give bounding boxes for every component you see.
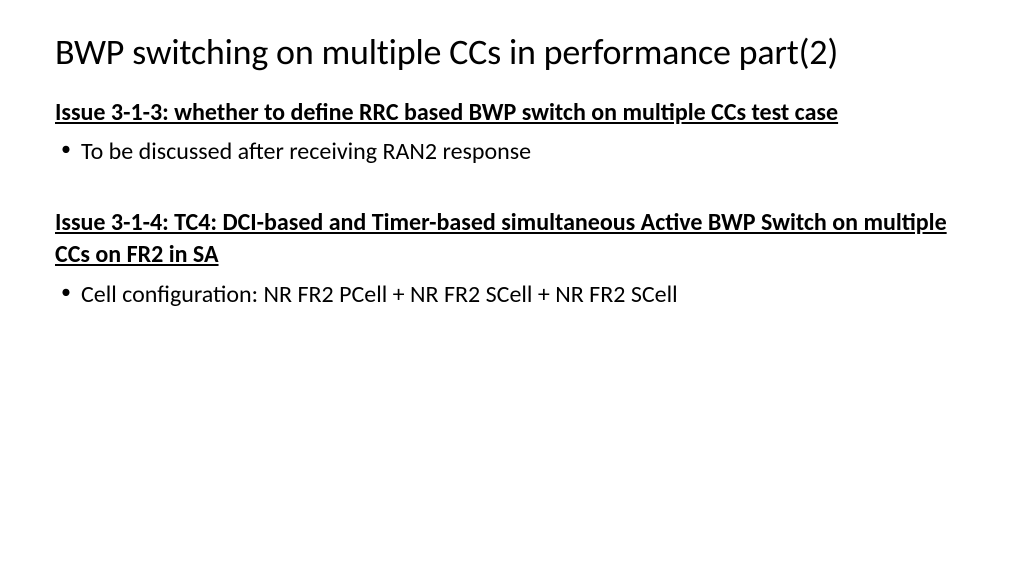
bullet-item: Cell configuration: NR FR2 PCell + NR FR… — [55, 278, 974, 312]
issue-section-1: Issue 3-1-3: whether to define RRC based… — [55, 97, 974, 169]
bullet-list-2: Cell configuration: NR FR2 PCell + NR FR… — [55, 278, 974, 312]
bullet-item: To be discussed after receiving RAN2 res… — [55, 135, 974, 169]
issue-section-2: Issue 3-1-4: TC4: DCI-based and Timer-ba… — [55, 207, 974, 311]
issue-heading-1: Issue 3-1-3: whether to define RRC based… — [55, 97, 974, 129]
issue-heading-2: Issue 3-1-4: TC4: DCI-based and Timer-ba… — [55, 207, 974, 272]
bullet-list-1: To be discussed after receiving RAN2 res… — [55, 135, 974, 169]
slide-title: BWP switching on multiple CCs in perform… — [55, 30, 974, 75]
